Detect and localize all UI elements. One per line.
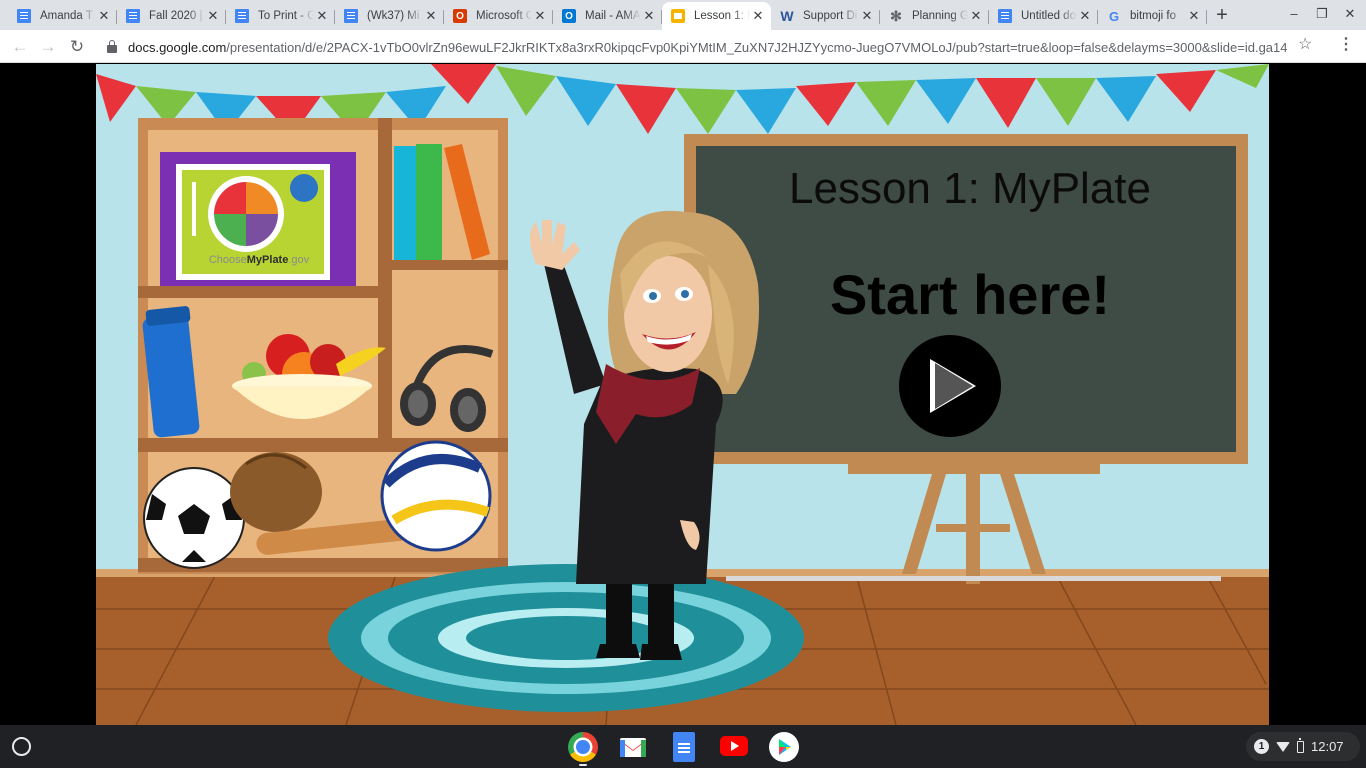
google-docs-icon[interactable]	[673, 732, 695, 762]
poster-caption-suffix: .gov	[288, 254, 310, 266]
tab-to-print[interactable]: To Print - G ✕	[226, 2, 335, 30]
launcher-icon[interactable]	[12, 737, 31, 756]
tab-lesson-1[interactable]: Lesson 1: M ✕	[662, 2, 771, 30]
tab-bitmoji[interactable]: G bitmoji fo ✕	[1098, 2, 1207, 30]
close-icon[interactable]: ✕	[641, 8, 657, 24]
url-host: docs.google.com	[128, 39, 227, 55]
more-menu-icon[interactable]: ⋮	[1338, 34, 1354, 54]
google-docs-icon	[344, 9, 358, 23]
word-icon: W	[780, 8, 794, 24]
slide-title: Lesson 1: MyPlate	[789, 164, 1151, 213]
close-icon[interactable]: ✕	[532, 8, 548, 24]
tab-strip: Amanda T ✕ Fall 2020 | ✕ To Print - G ✕ …	[0, 0, 1366, 30]
battery-icon	[1297, 737, 1304, 753]
close-icon[interactable]: ✕	[1077, 8, 1093, 24]
os-shelf: 1 12:07	[0, 725, 1366, 768]
google-play-icon[interactable]	[769, 732, 799, 762]
tab-title: Lesson 1: M	[694, 10, 750, 22]
restore-icon[interactable]: ❐	[1312, 6, 1332, 22]
close-icon[interactable]: ✕	[750, 8, 766, 24]
slide[interactable]: ChooseMyPlate.gov Lesson 1: MyPlate Star…	[96, 64, 1269, 725]
reload-icon[interactable]: ↻	[66, 36, 88, 58]
running-indicator	[579, 764, 587, 766]
close-icon[interactable]: ✕	[96, 8, 112, 24]
planning-icon: ✻	[890, 7, 902, 24]
tab-untitled[interactable]: Untitled do ✕	[989, 2, 1098, 30]
outlook-icon: O	[562, 9, 576, 23]
close-icon[interactable]: ✕	[205, 8, 221, 24]
tab-title: Fall 2020 |	[149, 10, 203, 22]
presentation-viewport: ChooseMyPlate.gov Lesson 1: MyPlate Star…	[0, 64, 1366, 725]
poster-caption-prefix: Choose	[208, 254, 247, 266]
close-icon[interactable]: ✕	[1186, 8, 1202, 24]
chrome-icon[interactable]	[568, 732, 598, 762]
tab-title: bitmoji fo	[1130, 10, 1177, 22]
close-icon[interactable]: ✕	[314, 8, 330, 24]
tab-support[interactable]: W Support Di ✕	[771, 2, 880, 30]
back-arrow-icon[interactable]: ←	[9, 36, 31, 58]
tab-title: Untitled do	[1021, 10, 1076, 22]
play-button-icon[interactable]	[899, 335, 1001, 437]
myplate-caption: ChooseMyPlate.gov	[189, 254, 329, 266]
tab-microsoft-office[interactable]: O Microsoft O ✕	[444, 2, 553, 30]
poster-caption-brand: MyPlate	[246, 254, 289, 266]
new-tab-button[interactable]: +	[1210, 4, 1234, 26]
bookmark-star-icon[interactable]: ☆	[1298, 34, 1312, 54]
start-here-text[interactable]: Start here!	[696, 262, 1244, 327]
close-icon[interactable]: ✕	[859, 8, 875, 24]
youtube-icon[interactable]	[720, 736, 748, 756]
close-icon[interactable]: ✕	[423, 8, 439, 24]
browser-toolbar: ← → ↻ docs.google.com/presentation/d/e/2…	[0, 30, 1366, 63]
tab-title: Mail - AMA	[585, 10, 641, 22]
google-docs-icon	[126, 9, 140, 23]
forward-arrow-icon[interactable]: →	[37, 36, 59, 58]
microsoft-office-icon: O	[453, 9, 467, 23]
status-tray[interactable]: 1 12:07	[1246, 732, 1360, 761]
gmail-icon[interactable]	[618, 732, 648, 762]
soccer-ball	[143, 467, 245, 569]
url-text: docs.google.com/presentation/d/e/2PACX-1…	[128, 40, 1288, 55]
rug	[328, 564, 804, 712]
tab-title: Support Di	[803, 10, 858, 22]
window-close-icon[interactable]: ✕	[1340, 6, 1360, 22]
google-slides-icon	[671, 9, 685, 23]
clock: 12:07	[1311, 739, 1344, 754]
tab-title: Amanda T	[40, 10, 93, 22]
minimize-icon[interactable]: –	[1284, 6, 1304, 21]
tab-title: To Print - G	[258, 10, 314, 22]
tab-amanda[interactable]: Amanda T ✕	[8, 2, 117, 30]
tab-wk37[interactable]: (Wk37) Mi ✕	[335, 2, 444, 30]
tab-title: Planning G	[912, 10, 968, 22]
address-bar[interactable]: docs.google.com/presentation/d/e/2PACX-1…	[99, 33, 1327, 61]
tab-fall-2020[interactable]: Fall 2020 | ✕	[117, 2, 226, 30]
tab-title: Microsoft O	[476, 10, 532, 22]
tab-title: (Wk37) Mi	[367, 10, 420, 22]
notification-badge[interactable]: 1	[1254, 739, 1269, 754]
tab-mail[interactable]: O Mail - AMA ✕	[553, 2, 662, 30]
volleyball	[380, 440, 492, 552]
google-icon: G	[1108, 8, 1120, 24]
google-docs-icon	[235, 9, 249, 23]
url-path: /presentation/d/e/2PACX-1vTbO0vlrZn96ewu…	[226, 39, 1288, 55]
wifi-icon	[1276, 741, 1290, 752]
tab-planning[interactable]: ✻ Planning G ✕	[880, 2, 989, 30]
google-docs-icon	[17, 9, 31, 23]
google-docs-icon	[998, 9, 1012, 23]
lock-icon[interactable]	[107, 40, 117, 53]
close-icon[interactable]: ✕	[968, 8, 984, 24]
